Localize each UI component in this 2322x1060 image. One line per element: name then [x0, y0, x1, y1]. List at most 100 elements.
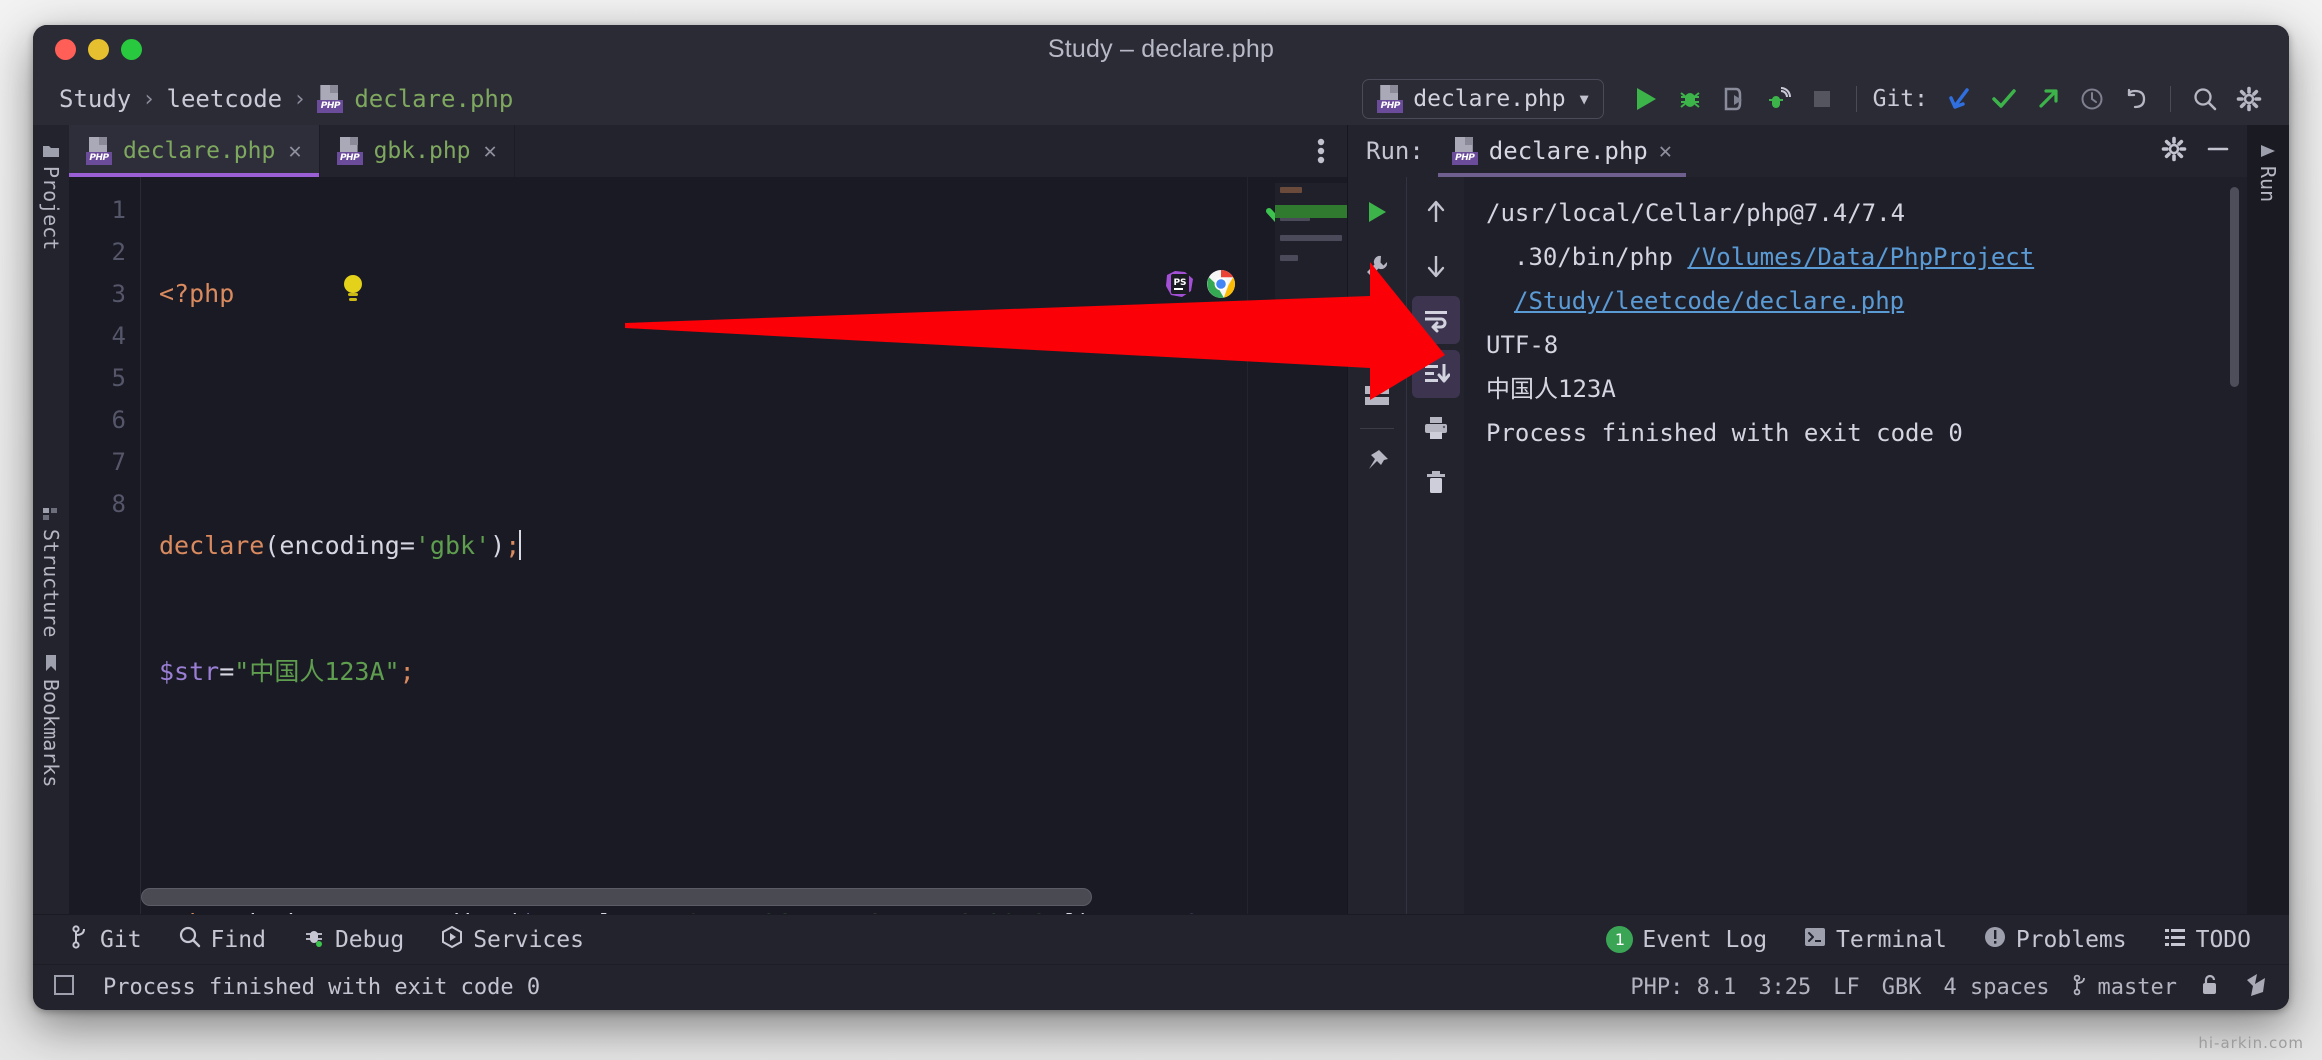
code-editor[interactable]: <?php declare(encoding='gbk'); $str="中国人…	[141, 177, 1247, 914]
status-branch-label: master	[2097, 975, 2177, 1000]
line-number: 4	[111, 322, 126, 350]
horizontal-scrollbar[interactable]	[141, 888, 1247, 908]
breadcrumb-item-folder[interactable]: leetcode	[167, 85, 283, 113]
run-with-coverage-icon[interactable]	[1712, 77, 1756, 121]
up-arrow-icon[interactable]	[1412, 188, 1460, 236]
soft-wrap-icon[interactable]	[1411, 296, 1460, 344]
more-options-icon[interactable]	[1295, 125, 1347, 177]
safari-icon[interactable]	[1077, 227, 1107, 257]
sidebar-item-project[interactable]: Project	[39, 135, 63, 258]
run-icon[interactable]	[1624, 77, 1668, 121]
breadcrumb-item-file[interactable]: declare.php	[354, 85, 513, 113]
status-indent[interactable]: 4 spaces	[1944, 975, 2050, 1000]
lock-icon[interactable]	[2199, 973, 2221, 1003]
console-line: UTF-8	[1486, 331, 1559, 359]
pin-icon[interactable]	[1353, 437, 1401, 485]
close-tab-icon[interactable]: ✕	[484, 139, 497, 164]
breadcrumb-separator: ›	[142, 86, 156, 112]
gear-icon[interactable]	[2161, 136, 2187, 166]
console-scrollbar[interactable]	[2230, 187, 2239, 387]
chrome-icon[interactable]	[995, 227, 1235, 298]
git-push-icon[interactable]	[2026, 77, 2070, 121]
breadcrumb-item-project[interactable]: Study	[59, 85, 131, 113]
scrollbar-thumb[interactable]	[141, 888, 1093, 906]
run-configuration-selector[interactable]: PHP declare.php ▼	[1362, 79, 1604, 119]
php-file-icon: PHP	[1377, 85, 1404, 113]
editor-right-gutter	[1247, 177, 1347, 914]
firefox-icon[interactable]	[1036, 227, 1066, 257]
phpstorm-icon[interactable]: PS	[954, 227, 1193, 297]
bottom-button-todo[interactable]: TODO	[2145, 926, 2269, 954]
bottom-button-problems[interactable]: Problems	[1965, 925, 2145, 955]
down-arrow-icon[interactable]	[1412, 242, 1460, 290]
bottom-button-git[interactable]: Git	[53, 924, 160, 955]
scroll-to-end-icon[interactable]	[1411, 350, 1460, 398]
toolbar-divider	[1360, 428, 1394, 429]
git-update-icon[interactable]	[1938, 77, 1982, 121]
status-line-separator[interactable]: LF	[1833, 975, 1860, 1000]
editor-area: 1 2 3 4 5 6 7 8 <?php declare(encoding='…	[69, 177, 1347, 914]
editor-tab-declare-php[interactable]: PHP declare.php ✕	[69, 125, 320, 177]
line-number: 1	[111, 196, 126, 224]
console-output[interactable]: /usr/local/Cellar/php@7.4/7.4 .30/bin/ph…	[1464, 177, 2247, 914]
sidebar-item-structure[interactable]: Structure	[39, 498, 63, 645]
main-toolbar: Study › leetcode › PHP declare.php PHP d…	[33, 73, 2289, 125]
run-tab-declare-php[interactable]: PHP declare.php ✕	[1437, 125, 1687, 177]
sidebar-item-label: Project	[39, 166, 63, 251]
git-commit-icon[interactable]	[1982, 77, 2026, 121]
git-branch-icon	[2072, 974, 2090, 1002]
intention-bulb-icon[interactable]	[159, 231, 362, 301]
close-tab-icon[interactable]: ✕	[288, 139, 301, 164]
print-icon[interactable]	[1412, 404, 1460, 452]
run-panel-header-actions	[2161, 136, 2247, 166]
bottom-button-label: Services	[473, 926, 584, 953]
code-minimap[interactable]	[1275, 183, 1347, 333]
line-number: 2	[111, 238, 126, 266]
run-left-toolbar	[1348, 177, 1406, 914]
layout-icon[interactable]	[1353, 372, 1401, 420]
console-link[interactable]: /Study/leetcode/declare.php	[1514, 287, 1904, 315]
history-icon[interactable]	[2070, 77, 2114, 121]
run-panel-label: Run:	[1366, 137, 1424, 165]
bottom-button-terminal[interactable]: Terminal	[1785, 926, 1965, 954]
run-panel-body: /usr/local/Cellar/php@7.4/7.4 .30/bin/ph…	[1348, 177, 2247, 914]
console-link[interactable]: /Volumes/Data/PhpProject	[1687, 243, 2034, 271]
bottom-button-find[interactable]: Find	[160, 925, 284, 955]
structure-icon	[39, 506, 63, 522]
rerun-icon[interactable]	[1353, 188, 1401, 236]
bookmark-icon	[39, 654, 63, 672]
editor-tab-gbk-php[interactable]: PHP gbk.php ✕	[320, 125, 515, 177]
status-bar: Process finished with exit code 0 PHP: 8…	[33, 964, 2289, 1010]
ide-logo-icon[interactable]	[2243, 972, 2269, 1004]
right-tool-stripe: Run	[2247, 125, 2289, 914]
bottom-button-event-log[interactable]: 1 Event Log	[1588, 926, 1785, 953]
left-tool-stripe: Project Structure Bookmarks	[33, 125, 69, 914]
bottom-button-label: Terminal	[1836, 926, 1947, 953]
status-widget-icon[interactable]	[53, 974, 75, 1002]
status-caret-position[interactable]: 3:25	[1758, 975, 1811, 1000]
bottom-button-services[interactable]: Services	[422, 925, 602, 955]
debug-icon[interactable]	[1668, 77, 1712, 121]
close-run-tab-icon[interactable]: ✕	[1659, 139, 1672, 164]
trash-icon[interactable]	[1412, 458, 1460, 506]
status-php-version[interactable]: PHP: 8.1	[1630, 975, 1736, 1000]
main-content: Project Structure Bookmarks PHP declare.…	[33, 125, 2289, 914]
bottom-button-debug[interactable]: Debug	[284, 925, 422, 955]
sidebar-item-run[interactable]: Run	[2256, 135, 2280, 210]
stop-icon[interactable]	[1800, 77, 1844, 121]
search-everywhere-icon[interactable]	[2183, 77, 2227, 121]
problems-icon	[1983, 925, 2007, 955]
toolbar-divider	[1360, 363, 1394, 364]
stop-icon[interactable]	[1353, 307, 1401, 355]
bottom-bar-right: 1 Event Log Terminal Problems TODO	[1588, 925, 2269, 955]
rollback-icon[interactable]	[2114, 77, 2158, 121]
minimize-icon[interactable]	[2205, 136, 2231, 166]
sidebar-item-bookmarks[interactable]: Bookmarks	[39, 646, 63, 795]
profile-icon[interactable]	[1756, 77, 1800, 121]
wrench-icon[interactable]	[1353, 242, 1401, 290]
settings-icon[interactable]	[2227, 77, 2271, 121]
status-branch[interactable]: master	[2072, 974, 2177, 1002]
status-encoding[interactable]: GBK	[1882, 975, 1922, 1000]
